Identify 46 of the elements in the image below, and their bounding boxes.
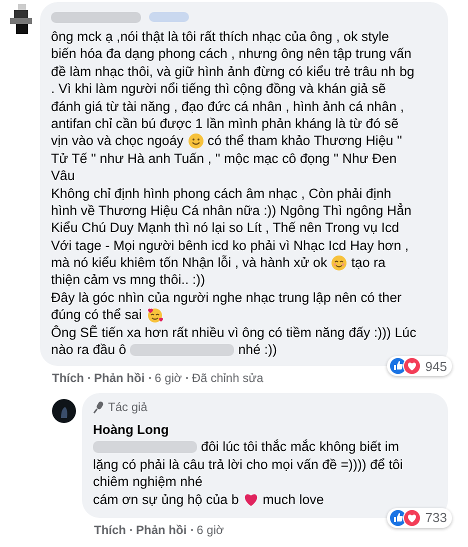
edited-label: Đã chỉnh sửa bbox=[192, 371, 264, 386]
comment-text: nào ra đầu ô bbox=[51, 341, 126, 358]
reaction-badge[interactable]: 733 bbox=[387, 508, 452, 528]
like-link[interactable]: Thích bbox=[94, 522, 126, 537]
comment-text: Với tage - Mọi người bênh icd ko phải vì Nhạc Icd Hay hơn , bbox=[51, 236, 409, 254]
timestamp: 6 giờ bbox=[196, 522, 224, 537]
timestamp: 6 giờ bbox=[154, 371, 182, 386]
reaction-badge[interactable]: 945 bbox=[387, 356, 452, 376]
avatar[interactable] bbox=[52, 399, 76, 424]
author-label: Tác giả bbox=[108, 399, 148, 416]
smiley-icon bbox=[331, 254, 348, 271]
comment-text: lặng có phải là câu trả lời cho mọi vấn đề =)))) để tôi bbox=[93, 456, 403, 474]
comment-text: vịn vào và chọc ngoáy bbox=[51, 132, 184, 150]
microphone-icon bbox=[93, 400, 105, 414]
comment-text: . Vì khi làm người nổi tiếng thì cộng đồng và khán giả sẽ bbox=[51, 80, 386, 98]
comment-text: đôi lúc tôi thắc mắc không biết im bbox=[201, 438, 399, 456]
love-icon bbox=[403, 508, 422, 527]
author-name[interactable]: Hoàng Long bbox=[93, 421, 436, 438]
love-icon bbox=[403, 357, 422, 376]
comment-text: đúng có thể sai bbox=[51, 306, 142, 324]
comment-text: có thể tham khảo Thương Hiệu '' bbox=[208, 132, 402, 150]
like-link[interactable]: Thích bbox=[52, 371, 84, 386]
reply-link[interactable]: Phản hồi bbox=[94, 371, 145, 386]
comment-text: antifan chỉ cần bú được 1 lần mình phản kháng là từ đó sẽ bbox=[51, 114, 399, 132]
comment-text: mà nó kiểu khiêm tốn Nhận lỗi , và hành xử ok bbox=[51, 254, 328, 272]
heart-icon bbox=[242, 492, 259, 507]
comment-text: chiêm nghiệm nhé bbox=[93, 473, 202, 491]
comment-text: Đây là góc nhìn của người nghe nhạc trung lập nên có ther bbox=[51, 288, 402, 306]
comment-text: đánh giá từ tài năng , đạo đức cá nhân , hình ảnh cá nhân , bbox=[51, 98, 404, 115]
smiley-icon bbox=[188, 133, 204, 150]
comment-text: tạo ra bbox=[351, 254, 386, 272]
comment-text: thiện cảm vs mng thôi.. :)) bbox=[51, 271, 206, 289]
reply-link[interactable]: Phản hồi bbox=[136, 522, 187, 537]
smiling-face-with-hearts-icon bbox=[146, 306, 164, 323]
comment-text: Không chỉ định hình phong cách âm nhạc , Còn phải định bbox=[51, 184, 392, 202]
comment-text: hình về Thương Hiệu Cá nhân nữa :)) Ngông Thì ngông Hẳn bbox=[51, 202, 412, 220]
comment-text: Vâu bbox=[51, 167, 75, 185]
comment-text: Kiểu Chú Duy Mạnh thì nó lại so Lít , Thế nên Trong vụ Icd bbox=[51, 219, 400, 237]
comment-text: đề làm nhạc thôi, và giữ hình ảnh đừng có kiểu trẻ trâu nh bg bbox=[51, 62, 414, 80]
comment-text: ông mck ạ ,nói thật là tôi rất thích nhạc của ông , ok style bbox=[51, 28, 389, 46]
comment-text: cám ơn sự ủng hộ của b bbox=[93, 490, 239, 508]
comment-text: Ông SẼ tiến xa hơn rất nhiều vì ông có tiềm năng đấy :))) Lúc bbox=[51, 324, 416, 342]
comment-text: much love bbox=[262, 490, 324, 508]
comment-text: nhé :)) bbox=[238, 341, 277, 358]
comment-text: Tử Tế '' như Hà anh Tuấn , '' mộc mạc cô đọng '' Như Đen bbox=[51, 150, 397, 168]
comment-text: biến hóa đa dạng phong cách , nhưng ông nên tập trung vấn bbox=[51, 45, 412, 63]
